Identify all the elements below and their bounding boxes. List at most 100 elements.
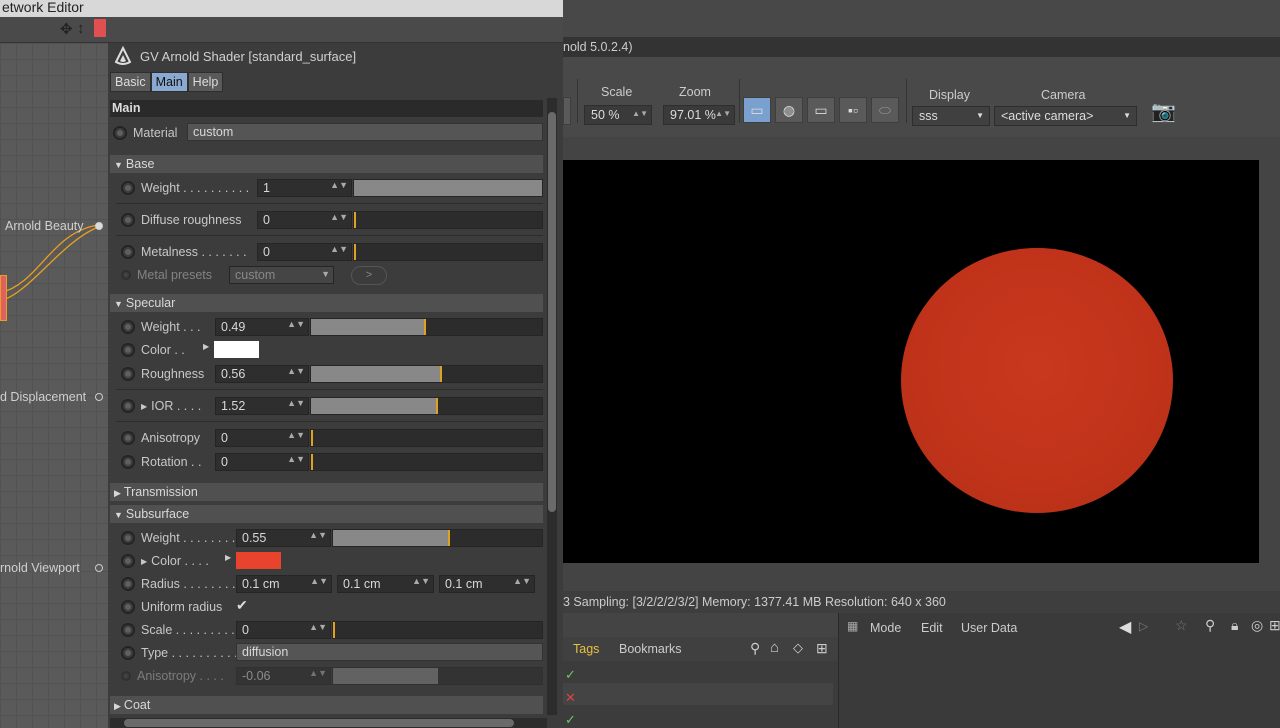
tab-help[interactable]: Help bbox=[187, 72, 224, 92]
render-view[interactable] bbox=[563, 160, 1259, 563]
sss-radius-x-input[interactable]: 0.1 cm ▲▼ bbox=[236, 575, 332, 593]
metalness-input[interactable]: 0 ▲▼ bbox=[257, 243, 352, 261]
port-dot-icon[interactable] bbox=[95, 564, 103, 572]
section-base[interactable]: ▼ Base bbox=[110, 155, 543, 173]
eye-icon[interactable]: ◇ bbox=[793, 640, 803, 656]
base-weight-slider[interactable] bbox=[353, 179, 543, 197]
monitor-icon[interactable]: ▭ bbox=[743, 97, 771, 123]
menu-mode[interactable]: Mode bbox=[870, 621, 901, 635]
diffuse-roughness-input[interactable]: 0 ▲▼ bbox=[257, 211, 352, 229]
sss-scale-slider[interactable] bbox=[332, 621, 543, 639]
specular-color-radio[interactable] bbox=[121, 343, 135, 357]
metal-presets-select[interactable]: custom ▼ bbox=[229, 266, 334, 284]
section-subsurface[interactable]: ▼ Subsurface bbox=[110, 505, 543, 523]
rotation-slider[interactable] bbox=[310, 453, 543, 471]
node-box[interactable] bbox=[0, 275, 7, 321]
specular-color-swatch[interactable] bbox=[214, 341, 259, 358]
ior-input[interactable]: 1.52 ▲▼ bbox=[215, 397, 309, 415]
close-indicator[interactable] bbox=[94, 19, 106, 37]
sss-scale-radio[interactable] bbox=[121, 623, 135, 637]
sss-anisotropy-input[interactable]: -0.06 ▲▼ bbox=[236, 667, 331, 685]
sss-color-link-icon[interactable]: ▶ bbox=[225, 553, 231, 562]
search-icon[interactable]: ⚲ bbox=[1205, 617, 1215, 634]
specular-weight-input[interactable]: 0.49 ▲▼ bbox=[215, 318, 309, 336]
specular-color-expand-icon[interactable]: ▶ bbox=[203, 342, 209, 351]
sss-weight-input[interactable]: 0.55 ▲▼ bbox=[236, 529, 331, 547]
tab-main[interactable]: Main bbox=[150, 72, 188, 92]
base-weight-radio[interactable] bbox=[121, 181, 135, 195]
check-icon[interactable]: ✓ bbox=[565, 712, 576, 728]
sss-color-swatch[interactable] bbox=[236, 552, 281, 569]
rotation-input[interactable]: 0 ▲▼ bbox=[215, 453, 309, 471]
uniform-radius-checkbox[interactable]: ✔ bbox=[236, 597, 248, 614]
panel-scrollbar[interactable] bbox=[547, 98, 557, 715]
frame-icon[interactable]: ▭ bbox=[807, 97, 835, 123]
specular-roughness-slider[interactable] bbox=[310, 365, 543, 383]
anisotropy-radio[interactable] bbox=[121, 431, 135, 445]
horizontal-scrollbar[interactable] bbox=[110, 718, 547, 728]
camera-select[interactable]: <active camera> ▼ bbox=[994, 106, 1137, 126]
specular-weight-slider[interactable] bbox=[310, 318, 543, 336]
base-weight-input[interactable]: 1 ▲▼ bbox=[257, 179, 352, 197]
metalness-radio[interactable] bbox=[121, 245, 135, 259]
specular-roughness-input[interactable]: 0.56 ▲▼ bbox=[215, 365, 309, 383]
sss-radius-z-input[interactable]: 0.1 cm ▲▼ bbox=[439, 575, 535, 593]
tab-tags[interactable]: Tags bbox=[573, 642, 599, 656]
toolbar-edge-button[interactable] bbox=[563, 97, 571, 125]
back-arrow-icon[interactable]: ◀ bbox=[1119, 617, 1131, 637]
diffuse-roughness-slider[interactable] bbox=[353, 211, 543, 229]
rotation-radio[interactable] bbox=[121, 455, 135, 469]
history-icon[interactable]: ☆ bbox=[1175, 617, 1188, 634]
cross-icon[interactable]: ✕ bbox=[565, 690, 576, 706]
menu-edit[interactable]: Edit bbox=[921, 621, 943, 635]
new-panel-icon[interactable]: ⊞ bbox=[1269, 617, 1280, 634]
metalness-slider[interactable] bbox=[353, 243, 543, 261]
zoom-input[interactable]: 97.01 % ▲▼ bbox=[663, 105, 735, 125]
resize-icon[interactable]: ↕ bbox=[77, 20, 85, 37]
material-field[interactable]: custom bbox=[187, 123, 543, 141]
metal-presets-apply-button[interactable]: > bbox=[351, 266, 387, 285]
specular-roughness-radio[interactable] bbox=[121, 367, 135, 381]
tab-bookmarks[interactable]: Bookmarks bbox=[619, 642, 682, 656]
search-icon[interactable]: ⚲ bbox=[750, 640, 760, 657]
grip-icon[interactable]: ▦ bbox=[847, 619, 858, 633]
ior-radio[interactable] bbox=[121, 399, 135, 413]
capsule-icon[interactable]: ⬭ bbox=[871, 97, 899, 123]
sss-type-radio[interactable] bbox=[121, 646, 135, 660]
section-transmission[interactable]: ▶ Transmission bbox=[110, 483, 543, 501]
display-select[interactable]: sss ▼ bbox=[912, 106, 990, 126]
section-specular[interactable]: ▼ Specular bbox=[110, 294, 543, 312]
ior-expand-icon[interactable]: ▶ bbox=[141, 402, 147, 411]
diffuse-roughness-radio[interactable] bbox=[121, 213, 135, 227]
forward-arrow-icon[interactable]: ▷ bbox=[1139, 619, 1148, 633]
move-icon[interactable]: ✥ bbox=[60, 20, 73, 38]
specular-weight-radio[interactable] bbox=[121, 320, 135, 334]
anisotropy-input[interactable]: 0 ▲▼ bbox=[215, 429, 309, 447]
menu-user-data[interactable]: User Data bbox=[961, 621, 1017, 635]
material-radio[interactable] bbox=[113, 126, 127, 140]
sss-radius-radio[interactable] bbox=[121, 577, 135, 591]
sss-scale-input[interactable]: 0 ▲▼ bbox=[236, 621, 331, 639]
sss-radius-y-input[interactable]: 0.1 cm ▲▼ bbox=[337, 575, 434, 593]
tab-basic[interactable]: Basic bbox=[110, 72, 151, 92]
check-icon[interactable]: ✓ bbox=[565, 667, 576, 683]
scrollbar-thumb[interactable] bbox=[548, 112, 556, 512]
camera-snapshot-icon[interactable]: 📷 bbox=[1151, 99, 1176, 124]
scale-input[interactable]: 50 % ▲▼ bbox=[584, 105, 652, 125]
new-window-icon[interactable]: ⊞ bbox=[816, 640, 828, 657]
sss-color-expand-icon[interactable]: ▶ bbox=[141, 557, 147, 566]
node-canvas[interactable]: Arnold Beauty d Displacement rnold Viewp… bbox=[0, 43, 108, 728]
uniform-radius-radio[interactable] bbox=[121, 600, 135, 614]
section-coat[interactable]: ▶ Coat bbox=[110, 696, 543, 714]
sss-type-select[interactable]: diffusion bbox=[236, 643, 543, 661]
sss-weight-slider[interactable] bbox=[332, 529, 543, 547]
sss-anisotropy-slider[interactable] bbox=[332, 667, 543, 685]
sss-weight-radio[interactable] bbox=[121, 531, 135, 545]
lock-icon[interactable]: 🔒︎ bbox=[1231, 617, 1238, 634]
port-dot-icon[interactable] bbox=[95, 393, 103, 401]
sss-color-radio[interactable] bbox=[121, 554, 135, 568]
port-dot-icon[interactable] bbox=[95, 222, 103, 230]
compare-icon[interactable]: ▪▫ bbox=[839, 97, 867, 123]
home-icon[interactable]: ⌂ bbox=[770, 639, 779, 656]
anisotropy-slider[interactable] bbox=[310, 429, 543, 447]
